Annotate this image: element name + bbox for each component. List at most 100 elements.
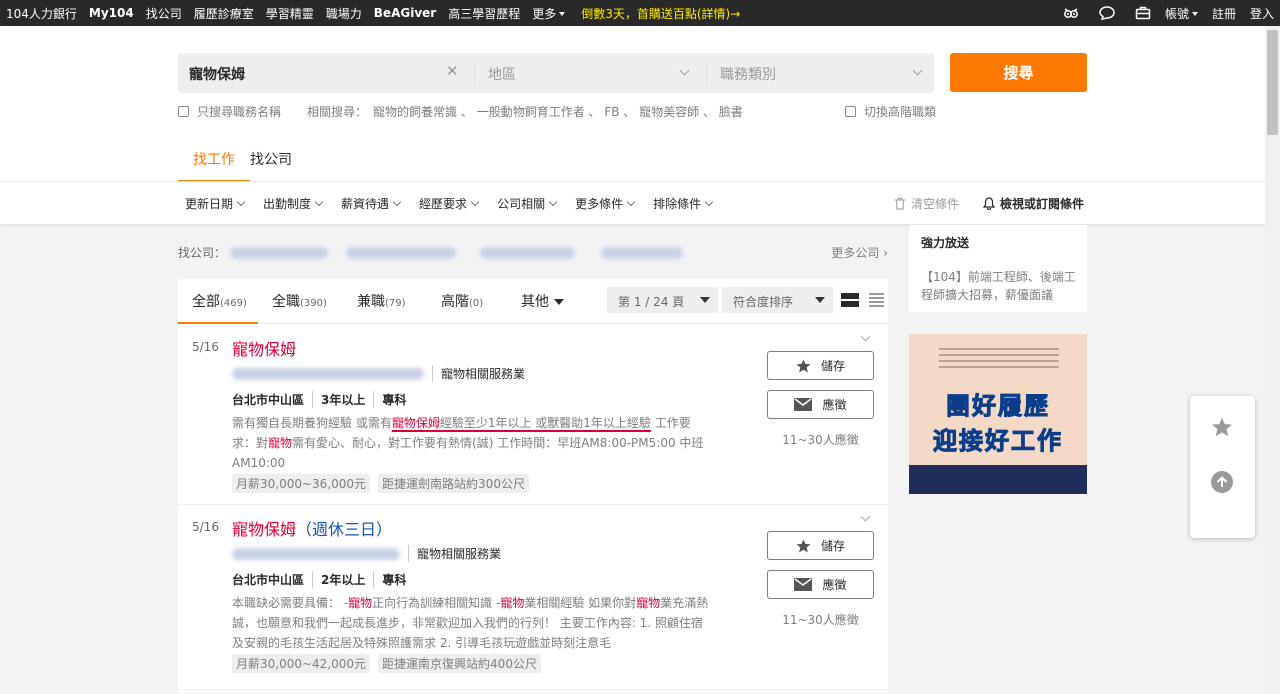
account-menu[interactable]: 帳號 <box>1165 5 1198 22</box>
nav-resume-clinic[interactable]: 履歷診療室 <box>194 5 254 22</box>
job-category-select[interactable]: 職務類別 <box>720 64 776 84</box>
related-link[interactable]: 一般動物飼育工作者 <box>477 105 585 119</box>
related-link[interactable]: 寵物美容師 <box>639 105 699 119</box>
briefcase-icon[interactable] <box>1135 6 1151 20</box>
chevron-down-icon[interactable] <box>860 331 871 342</box>
clear-icon[interactable]: ✕ <box>446 62 459 80</box>
nav-companies[interactable]: 找公司 <box>146 5 182 22</box>
chevron-down-icon <box>912 65 923 76</box>
nav-career-power[interactable]: 職場力 <box>326 5 362 22</box>
owl-icon[interactable] <box>1063 6 1079 20</box>
login-link[interactable]: 登入 <box>1250 5 1274 22</box>
tab-find-companies[interactable]: 找公司 <box>250 145 307 182</box>
job-title-text: 寵物保姆 <box>232 520 297 539</box>
page-select[interactable]: 第 1 / 24 頁 <box>607 287 718 313</box>
filter-company[interactable]: 公司相關 <box>497 195 558 212</box>
ad-banner[interactable]: 團好履歷 迎接好工作 <box>909 334 1087 494</box>
filter-label: 排除條件 <box>653 197 702 211</box>
job-card[interactable]: 5/16 寵物保姆 寵物相關服務業 台北市中山區 3年以上 專科 需有獨自長期養… <box>178 325 888 505</box>
filter-label: 公司相關 <box>497 197 546 211</box>
list-tab-fulltime[interactable]: 全職(390) <box>272 291 327 311</box>
tab-find-jobs[interactable]: 找工作 <box>178 145 250 182</box>
star-icon[interactable] <box>1211 417 1233 437</box>
chevron-down-icon <box>236 197 246 207</box>
scrollbar[interactable] <box>1265 26 1280 694</box>
register-link[interactable]: 註冊 <box>1212 5 1236 22</box>
job-tags: 台北市中山區 3年以上 專科 <box>232 391 414 408</box>
apply-button[interactable]: 應徵 <box>767 390 874 419</box>
related-link[interactable]: 寵物的飼養常識 <box>373 105 457 119</box>
job-date: 5/16 <box>192 520 219 534</box>
list-tab-other[interactable]: 其他 <box>521 291 564 311</box>
filter-label: 出勤制度 <box>263 197 312 211</box>
nav-beagiver[interactable]: BeAGiver <box>374 6 436 20</box>
nav-learning[interactable]: 學習精靈 <box>266 5 314 22</box>
job-chips: 月薪30,000~36,000元 距捷運劍南路站約300公尺 <box>232 474 537 493</box>
applicant-count: 11~30人應徵 <box>782 433 859 447</box>
filter-more[interactable]: 更多條件 <box>575 195 636 212</box>
chat-icon[interactable] <box>1099 6 1115 20</box>
list-tab-count: (390) <box>300 298 327 309</box>
job-title[interactable]: 寵物保姆（週休三日） <box>232 516 392 540</box>
featured-ad-link[interactable]: 【104】前端工程師、後端工程師擴大招募，薪優面議 <box>921 268 1077 304</box>
keyword-input[interactable]: 寵物保姆 <box>189 64 245 84</box>
job-company-row: 寵物相關服務業 <box>232 545 501 562</box>
save-button[interactable]: 儲存 <box>767 351 874 380</box>
filter-exclude[interactable]: 排除條件 <box>653 195 714 212</box>
search-button[interactable]: 搜尋 <box>950 53 1087 92</box>
card-view-icon[interactable] <box>841 292 859 308</box>
job-education: 專科 <box>373 571 414 588</box>
company-link[interactable] <box>480 246 576 259</box>
company-link[interactable] <box>601 246 684 259</box>
job-title[interactable]: 寵物保姆 <box>232 336 296 360</box>
filter-attendance[interactable]: 出勤制度 <box>263 195 324 212</box>
star-icon <box>796 539 811 552</box>
list-view-icon[interactable] <box>869 292 884 308</box>
more-companies-link[interactable]: 更多公司 › <box>831 244 888 261</box>
list-tab-executive[interactable]: 高階(0) <box>441 291 483 311</box>
filter-salary[interactable]: 薪資待遇 <box>341 195 402 212</box>
main-tabs: 找工作 找公司 <box>178 145 307 182</box>
chevron-down-icon[interactable] <box>860 511 871 522</box>
list-tab-label: 高階 <box>441 294 469 310</box>
search-options: 只搜尋職務名稱 相關搜尋： 寵物的飼養常識 、 一般動物飼育工作者 、 FB 、 … <box>178 103 743 120</box>
list-tab-count: (469) <box>220 298 247 309</box>
sort-select[interactable]: 符合度排序 <box>722 287 833 313</box>
filter-experience[interactable]: 經歷要求 <box>419 195 480 212</box>
related-link[interactable]: FB <box>604 105 619 119</box>
back-to-top-icon[interactable] <box>1211 471 1233 493</box>
apply-button[interactable]: 應徵 <box>767 570 874 599</box>
advanced-checkbox[interactable] <box>845 106 856 117</box>
filter-bar: 更新日期 出勤制度 薪資待遇 經歷要求 公司相關 更多條件 排除條件 <box>185 195 731 212</box>
job-description: 本職缺必需要具備： -寵物正向行為訓練相關知識 -寵物業相關經驗 如果你對寵物業… <box>232 596 709 650</box>
subscribe-button[interactable]: 檢視或訂閱條件 <box>983 195 1084 212</box>
related-searches: 相關搜尋： 寵物的飼養常識 、 一般動物飼育工作者 、 FB 、 寵物美容師 、 … <box>307 105 743 119</box>
related-link[interactable]: 臉書 <box>719 105 743 119</box>
nav-more[interactable]: 更多 <box>532 5 566 22</box>
scrollbar-thumb[interactable] <box>1267 30 1278 135</box>
list-tab-parttime[interactable]: 兼職(79) <box>357 291 406 311</box>
chevron-down-icon <box>704 197 714 207</box>
clear-filters-button[interactable]: 清空條件 <box>894 195 959 212</box>
nav-my104[interactable]: My104 <box>89 6 134 20</box>
company-link[interactable] <box>346 246 457 259</box>
search-box: 寵物保姆 ✕ 地區 職務類別 <box>178 53 934 93</box>
job-company-row: 寵物相關服務業 <box>232 365 525 382</box>
list-tab-count: (79) <box>385 298 406 309</box>
save-button[interactable]: 儲存 <box>767 531 874 560</box>
nav-learning-portfolio[interactable]: 高三學習歷程 <box>448 5 520 22</box>
company-name[interactable] <box>232 547 400 560</box>
area-select[interactable]: 地區 <box>488 64 516 84</box>
promo-link[interactable]: 倒數3天，首購送百點(詳情)→ <box>581 5 740 22</box>
job-experience: 2年以上 <box>312 571 373 588</box>
list-tab-all[interactable]: 全部(469) <box>178 291 258 324</box>
nav-104-bank[interactable]: 104人力銀行 <box>6 5 77 22</box>
banner-line-1: 團好履歷 <box>946 392 1050 421</box>
company-name[interactable] <box>232 367 424 380</box>
filter-update-date[interactable]: 更新日期 <box>185 195 246 212</box>
chevron-down-icon <box>679 65 690 76</box>
advanced-toggle[interactable]: 切換高階職類 <box>845 103 936 120</box>
company-link[interactable] <box>230 246 329 259</box>
only-title-checkbox[interactable] <box>178 106 189 117</box>
job-card[interactable]: 5/16 寵物保姆（週休三日） 寵物相關服務業 台北市中山區 2年以上 專科 本… <box>178 505 888 690</box>
